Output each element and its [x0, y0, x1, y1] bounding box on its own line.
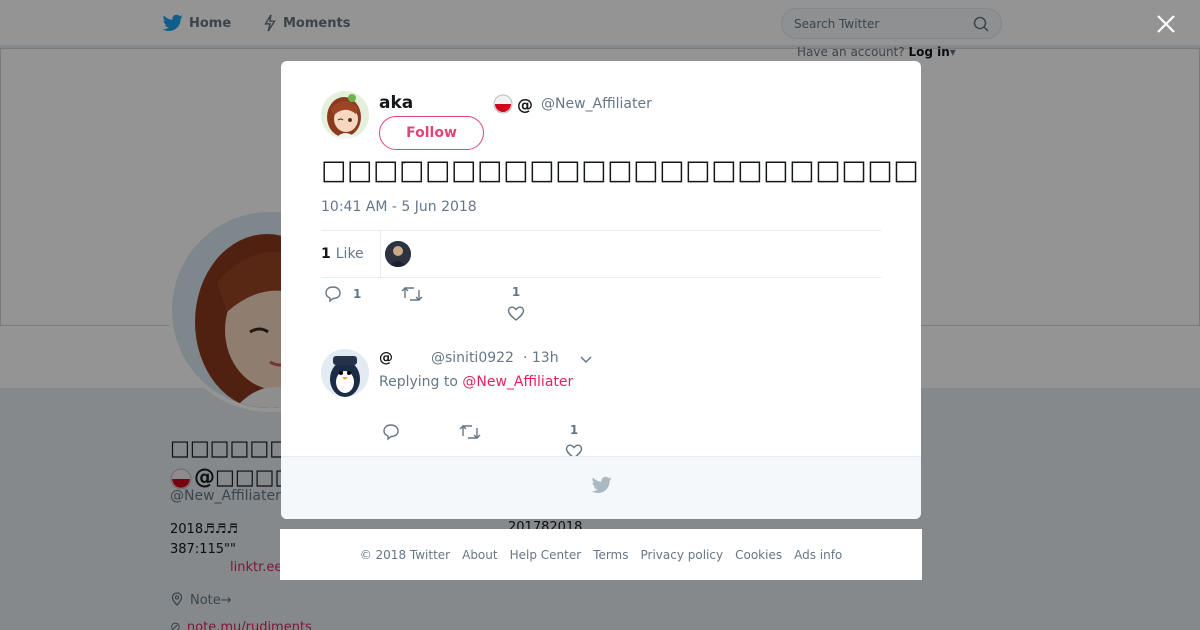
retweet-icon [459, 425, 481, 439]
like-count: 1 [511, 285, 521, 299]
like-action[interactable]: 1 [507, 285, 525, 323]
tweet-modal: aka @ @New_Affiliater Follow ⌄ □□□□□□□□□… [281, 61, 921, 519]
replying-prefix: Replying to [379, 374, 458, 390]
replying-to-handle[interactable]: @New_Affiliater [462, 374, 573, 390]
follow-button[interactable]: Follow [379, 116, 484, 150]
reply-action[interactable]: 1 [323, 285, 361, 303]
reply-retweet-action[interactable] [459, 423, 481, 441]
reply-like-count: 1 [569, 423, 579, 437]
likes-number: 1 [321, 246, 331, 262]
reply-icon [325, 286, 341, 303]
footer-link-cookies[interactable]: Cookies [735, 548, 782, 562]
retweet-icon [401, 287, 423, 301]
author-emoji: @ [493, 94, 533, 114]
author-avatar[interactable] [321, 91, 369, 139]
rice-bowl-icon [493, 94, 513, 114]
footer-link-about[interactable]: About [462, 548, 497, 562]
reply-icon [383, 424, 399, 441]
chevron-down-icon[interactable] [579, 350, 593, 368]
replying-to: Replying to @New_Affiliater [379, 374, 573, 390]
footer-copyright: © 2018 Twitter [359, 547, 451, 562]
footer-link-help[interactable]: Help Center [510, 548, 582, 562]
footer-link-privacy[interactable]: Privacy policy [641, 548, 724, 562]
author-name[interactable]: aka [379, 93, 413, 113]
reply-avatar[interactable] [321, 349, 369, 397]
tweet-text: □□□□□□□□□□□□□□□□□□□□□□□□□ [321, 155, 921, 186]
tweet-actions: 1 1 [321, 285, 881, 325]
likes-label: Like [335, 246, 364, 262]
reply-reply-action[interactable] [381, 423, 401, 441]
site-footer: © 2018 Twitter About Help Center Terms P… [280, 529, 922, 580]
modal-footer [281, 456, 921, 519]
reply-count: 1 [353, 287, 362, 301]
liker-avatar[interactable] [385, 241, 411, 267]
footer-link-ads[interactable]: Ads info [794, 548, 842, 562]
twitter-bird-icon [592, 476, 612, 493]
reply-time[interactable]: · 13h [523, 350, 559, 366]
reply-author-handle[interactable]: @siniti0922 [431, 350, 514, 366]
close-icon[interactable] [1154, 12, 1178, 36]
author-avatar-image [321, 91, 369, 139]
tweet-stats: 1 Like [321, 230, 881, 278]
author-emoji-text: @ [517, 94, 533, 114]
heart-icon [507, 306, 525, 321]
retweet-action[interactable] [401, 285, 423, 303]
author-handle[interactable]: @New_Affiliater [541, 96, 652, 112]
footer-link-terms[interactable]: Terms [593, 548, 628, 562]
likes-count[interactable]: 1 Like [321, 231, 381, 277]
tweet-timestamp[interactable]: 10:41 AM - 5 Jun 2018 [321, 199, 477, 215]
reply-author-name[interactable]: @ [379, 350, 393, 366]
